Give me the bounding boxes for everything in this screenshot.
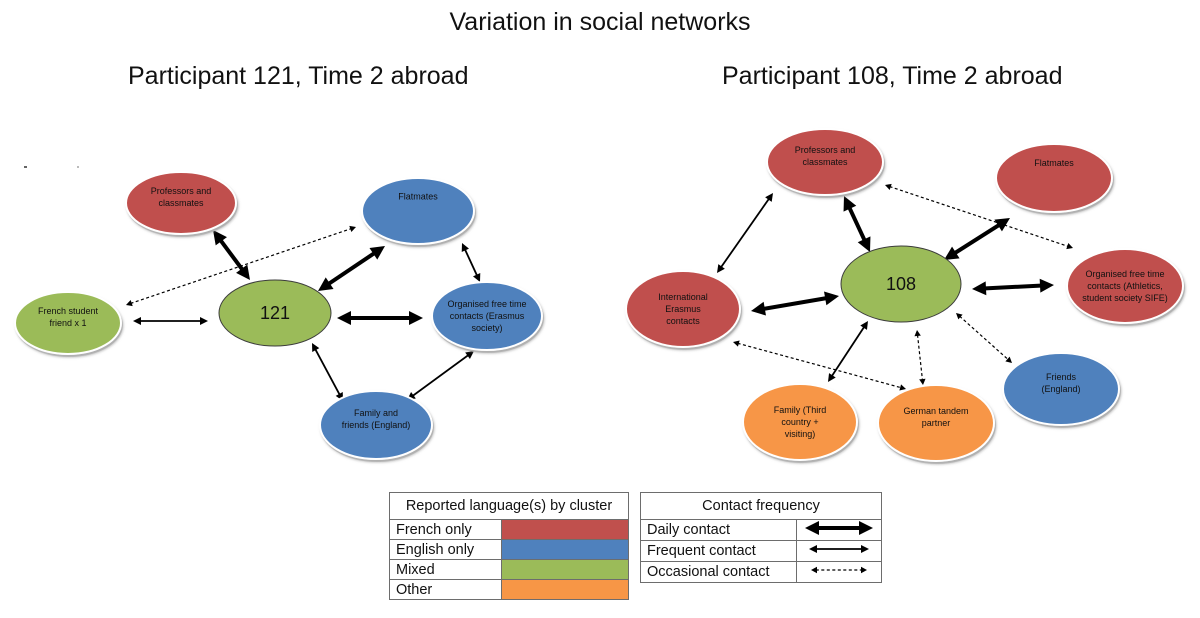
node-label: Professors and <box>151 186 212 196</box>
edge-121-org-family <box>407 351 474 400</box>
color-swatch-mixed <box>501 559 629 580</box>
frequent-arrow-icon <box>809 545 869 553</box>
node-label: Erasmus <box>665 304 701 314</box>
node-label: country + <box>781 417 818 427</box>
legend-label: Daily contact <box>640 519 797 541</box>
edge-108-108-org <box>972 278 1054 296</box>
legend-row-occasional: Occasional contact <box>640 561 882 583</box>
language-legend: Reported language(s) by cluster French o… <box>389 492 629 600</box>
ego-node-108: 108 <box>840 245 962 323</box>
occasional-arrow-icon <box>811 566 867 574</box>
node-label: Flatmates <box>1034 158 1074 168</box>
legend-row-frequent: Frequent contact <box>640 540 882 562</box>
node-108-intl: International Erasmus contacts <box>625 270 742 350</box>
node-label: society) <box>471 323 502 333</box>
ego-label: 108 <box>886 274 916 294</box>
edge-108-108-tandem <box>914 330 926 385</box>
legend-label: Frequent contact <box>640 540 797 562</box>
occasional-arrow <box>811 566 867 574</box>
node-108-friends: Friends (England) <box>1002 352 1121 428</box>
node-108-tandem: German tandem partner <box>877 384 996 464</box>
node-label: Family and <box>354 408 398 418</box>
edge-108-108-prof <box>843 196 871 252</box>
edge-108-108-family <box>828 321 868 382</box>
legend-row-mixed: Mixed <box>389 559 629 580</box>
node-label: Family (Third <box>774 405 827 415</box>
node-label: Flatmates <box>398 191 438 201</box>
legend-label: French only <box>389 519 502 540</box>
frequent-arrow <box>809 545 869 553</box>
node-121-prof: Professors and classmates <box>125 171 238 237</box>
ego-label: 121 <box>260 303 290 323</box>
daily-arrow-icon <box>805 521 873 535</box>
legend-row-english-only: English only <box>389 539 629 560</box>
edge-121-121-prof <box>213 230 250 280</box>
node-108-flat: Flatmates <box>995 143 1114 215</box>
frequency-legend: Contact frequency Daily contact Frequent… <box>640 492 882 583</box>
legend-row-daily: Daily contact <box>640 519 882 541</box>
node-121-org: Organised free time contacts (Erasmus soci… <box>431 281 544 353</box>
legend-label: Occasional contact <box>640 561 797 583</box>
node-label: visiting) <box>785 429 816 439</box>
node-label: International <box>658 292 708 302</box>
nodes-layer: Professors and classmates Flatmates French … <box>14 128 1185 464</box>
node-121-flat: Flatmates <box>361 177 476 247</box>
node-label: friend x 1 <box>49 318 86 328</box>
node-label: French student <box>38 306 99 316</box>
node-label: classmates <box>802 157 848 167</box>
node-121-family: Family and friends (England) <box>319 390 434 462</box>
node-label: partner <box>922 418 951 428</box>
node-108-family: Family (Third country + visiting) <box>742 383 859 463</box>
node-108-prof: Professors and classmates <box>766 128 885 198</box>
ego-node-121: 121 <box>218 279 332 347</box>
node-label: contacts (Erasmus <box>450 311 525 321</box>
node-label: (England) <box>1041 384 1080 394</box>
edge-108-108-flat <box>944 218 1010 260</box>
edge-108-prof-intl <box>717 193 773 273</box>
node-label: Professors and <box>795 145 856 155</box>
legend-label: English only <box>389 539 502 560</box>
node-label: German tandem <box>903 406 968 416</box>
node-label: contacts <box>666 316 700 326</box>
edge-121-flat-org <box>461 243 481 282</box>
node-label: Friends <box>1046 372 1077 382</box>
legend-row-french-only: French only <box>389 519 629 540</box>
frequency-legend-header: Contact frequency <box>640 492 882 520</box>
edge-121-121-family <box>312 343 343 401</box>
node-label: student society SIFE) <box>1082 293 1168 303</box>
node-label: classmates <box>158 198 204 208</box>
edge-121-121-flat <box>318 246 385 291</box>
edge-121-121-org <box>337 311 423 325</box>
legend-row-other: Other <box>389 579 629 600</box>
edge-108-108-intl <box>751 291 839 316</box>
edge-108-108-friends <box>956 313 1012 363</box>
node-label: Organised free time <box>1085 269 1164 279</box>
legend-label: Mixed <box>389 559 502 580</box>
node-label: friends (England) <box>342 420 411 430</box>
language-legend-header: Reported language(s) by cluster <box>389 492 629 520</box>
node-label: Organised free time <box>447 299 526 309</box>
node-label: contacts (Athletics, <box>1087 281 1163 291</box>
node-108-org: Organised free time contacts (Athletics, s… <box>1066 248 1185 326</box>
daily-arrow <box>805 521 873 535</box>
edge-121-121-french <box>133 317 208 325</box>
legend-label: Other <box>389 579 502 600</box>
color-swatch-french-only <box>501 519 629 540</box>
node-121-french: French student friend x 1 <box>14 291 123 357</box>
color-swatch-english-only <box>501 539 629 560</box>
edge-108-intl-tandem <box>733 340 906 391</box>
color-swatch-other <box>501 579 629 600</box>
